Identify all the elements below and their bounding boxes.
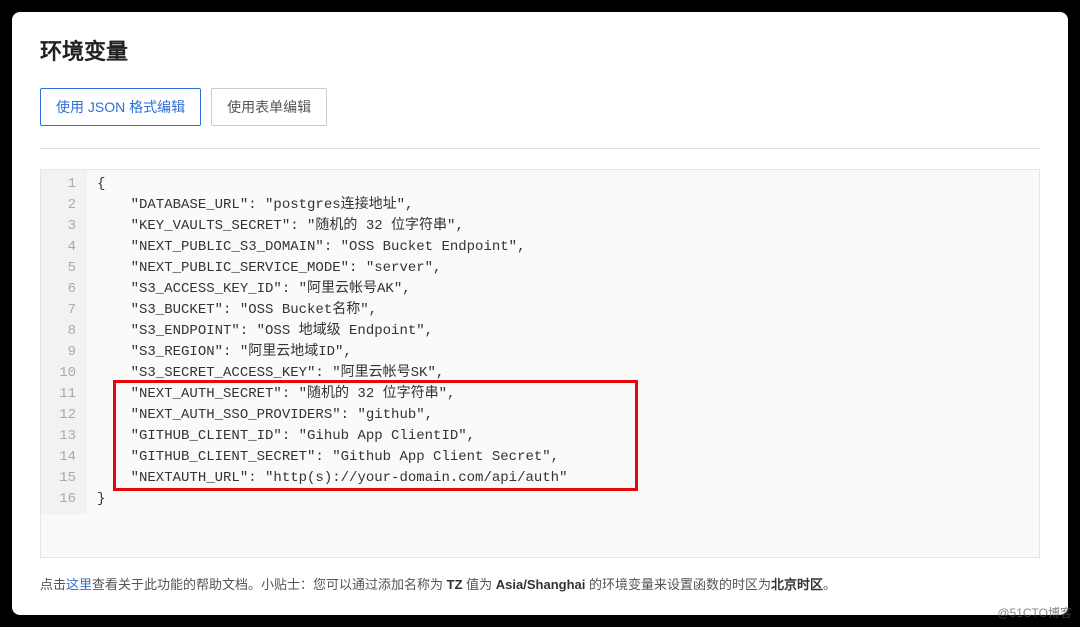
code-line[interactable]: "KEY_VAULTS_SECRET": "随机的 32 位字符串", [97, 216, 567, 237]
line-number: 12 [41, 405, 76, 426]
code-line[interactable]: "NEXTAUTH_URL": "http(s)://your-domain.c… [97, 468, 567, 489]
line-number: 11 [41, 384, 76, 405]
footer-tz-key: TZ [447, 577, 463, 592]
tab-form-edit[interactable]: 使用表单编辑 [211, 88, 327, 126]
line-number: 4 [41, 237, 76, 258]
code-line[interactable]: "GITHUB_CLIENT_SECRET": "Github App Clie… [97, 447, 567, 468]
line-number-gutter: 12345678910111213141516 [41, 170, 87, 514]
line-number: 13 [41, 426, 76, 447]
edit-mode-tabs: 使用 JSON 格式编辑 使用表单编辑 [40, 88, 1040, 149]
footer-tz-result: 北京时区 [771, 577, 823, 592]
json-code-editor[interactable]: 12345678910111213141516 { "DATABASE_URL"… [40, 169, 1040, 558]
line-number: 2 [41, 195, 76, 216]
footer-help-text: 点击这里查看关于此功能的帮助文档。小贴士：您可以通过添加名称为 TZ 值为 As… [40, 574, 1040, 593]
code-line[interactable]: "NEXT_AUTH_SSO_PROVIDERS": "github", [97, 405, 567, 426]
code-line[interactable]: "NEXT_AUTH_SECRET": "随机的 32 位字符串", [97, 384, 567, 405]
code-line[interactable]: "NEXT_PUBLIC_S3_DOMAIN": "OSS Bucket End… [97, 237, 567, 258]
watermark: @51CTO博客 [997, 604, 1072, 621]
line-number: 1 [41, 174, 76, 195]
code-line[interactable]: "S3_ENDPOINT": "OSS 地域级 Endpoint", [97, 321, 567, 342]
code-line[interactable]: "S3_REGION": "阿里云地域ID", [97, 342, 567, 363]
help-doc-link[interactable]: 这里 [66, 577, 92, 592]
line-number: 6 [41, 279, 76, 300]
line-number: 14 [41, 447, 76, 468]
code-line[interactable]: "S3_ACCESS_KEY_ID": "阿里云帐号AK", [97, 279, 567, 300]
footer-mid2: 值为 [463, 577, 496, 592]
code-line[interactable]: "S3_BUCKET": "OSS Bucket名称", [97, 300, 567, 321]
line-number: 7 [41, 300, 76, 321]
code-line[interactable]: "S3_SECRET_ACCESS_KEY": "阿里云帐号SK", [97, 363, 567, 384]
line-number: 10 [41, 363, 76, 384]
footer-mid3: 的环境变量来设置函数的时区为 [585, 577, 771, 592]
tab-json-edit[interactable]: 使用 JSON 格式编辑 [40, 88, 201, 126]
code-line[interactable]: } [97, 489, 567, 510]
line-number: 16 [41, 489, 76, 510]
code-line[interactable]: { [97, 174, 567, 195]
line-number: 5 [41, 258, 76, 279]
code-line[interactable]: "DATABASE_URL": "postgres连接地址", [97, 195, 567, 216]
line-number: 15 [41, 468, 76, 489]
code-line[interactable]: "GITHUB_CLIENT_ID": "Gihub App ClientID"… [97, 426, 567, 447]
line-number: 8 [41, 321, 76, 342]
footer-tz-value: Asia/Shanghai [496, 577, 586, 592]
footer-end: 。 [823, 577, 836, 592]
code-content[interactable]: { "DATABASE_URL": "postgres连接地址", "KEY_V… [87, 170, 567, 514]
footer-pre: 点击 [40, 577, 66, 592]
line-number: 9 [41, 342, 76, 363]
env-vars-panel: 环境变量 使用 JSON 格式编辑 使用表单编辑 123456789101112… [12, 12, 1068, 615]
code-line[interactable]: "NEXT_PUBLIC_SERVICE_MODE": "server", [97, 258, 567, 279]
page-title: 环境变量 [40, 34, 1040, 66]
line-number: 3 [41, 216, 76, 237]
footer-mid1: 查看关于此功能的帮助文档。小贴士：您可以通过添加名称为 [92, 577, 447, 592]
